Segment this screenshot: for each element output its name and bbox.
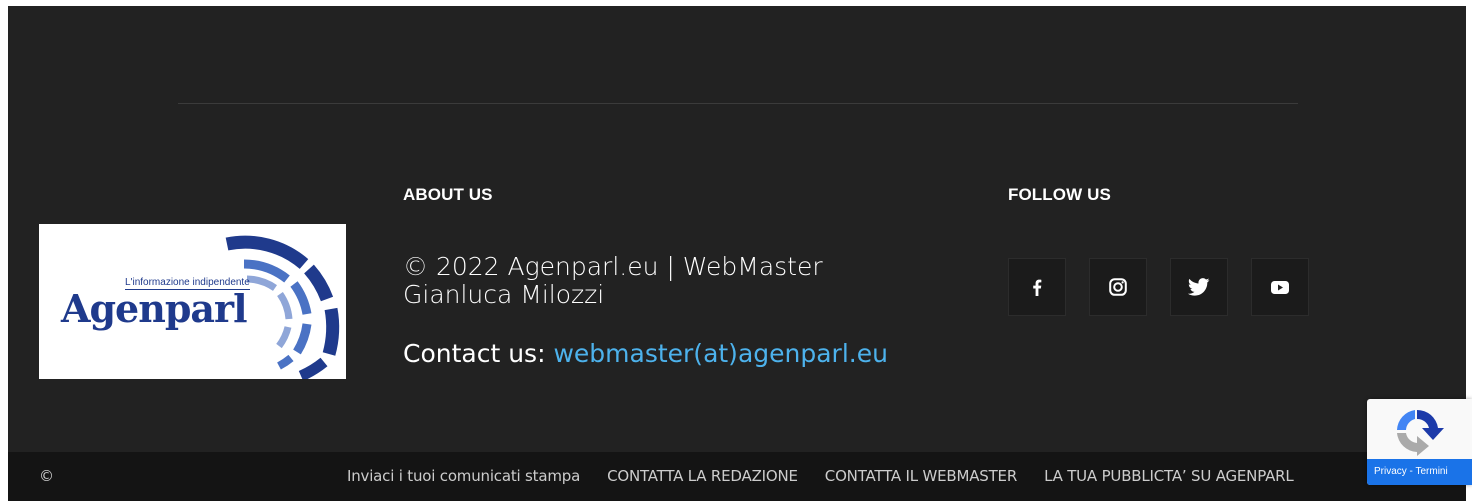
menu-item-pubblicita[interactable]: LA TUA PUBBLICTA’ SU AGENPARL <box>1044 467 1294 485</box>
facebook-icon <box>1033 279 1042 296</box>
site-footer: L'informazione indipendente Agenparl ABO… <box>8 6 1466 501</box>
instagram-icon <box>1109 278 1127 296</box>
recaptcha-links[interactable]: Privacy - Termini <box>1367 459 1472 485</box>
instagram-button[interactable] <box>1089 258 1147 316</box>
copyright-symbol: © <box>39 467 54 485</box>
footer-bottom-bar: © Inviaci i tuoi comunicati stampa CONTA… <box>8 452 1466 501</box>
about-copyright: © 2022 Agenparl.eu | WebMaster Gianluca … <box>403 252 823 309</box>
youtube-button[interactable] <box>1251 258 1309 316</box>
contact-line: Contact us: webmaster(at)agenparl.eu <box>403 339 888 369</box>
footer-divider <box>178 103 1298 104</box>
facebook-button[interactable] <box>1008 258 1066 316</box>
recaptcha-icon <box>1397 409 1444 456</box>
about-us-heading: ABOUT US <box>403 185 493 204</box>
contact-label: Contact us: <box>403 339 554 368</box>
twitter-button[interactable] <box>1170 258 1228 316</box>
follow-us-heading: FOLLOW US <box>1008 185 1111 204</box>
youtube-icon <box>1271 280 1289 294</box>
twitter-icon <box>1188 278 1210 296</box>
agenparl-logo[interactable]: L'informazione indipendente Agenparl <box>39 224 346 379</box>
recaptcha-badge[interactable]: Privacy - Termini <box>1367 399 1472 485</box>
logo-brand: Agenparl <box>61 286 248 331</box>
footer-menu: Inviaci i tuoi comunicati stampa CONTATT… <box>347 467 1321 485</box>
menu-item-redazione[interactable]: CONTATTA LA REDAZIONE <box>607 467 798 485</box>
menu-item-webmaster[interactable]: CONTATTA IL WEBMASTER <box>825 467 1017 485</box>
contact-email-link[interactable]: webmaster(at)agenparl.eu <box>553 339 888 368</box>
menu-item-comunicati[interactable]: Inviaci i tuoi comunicati stampa <box>347 467 580 485</box>
